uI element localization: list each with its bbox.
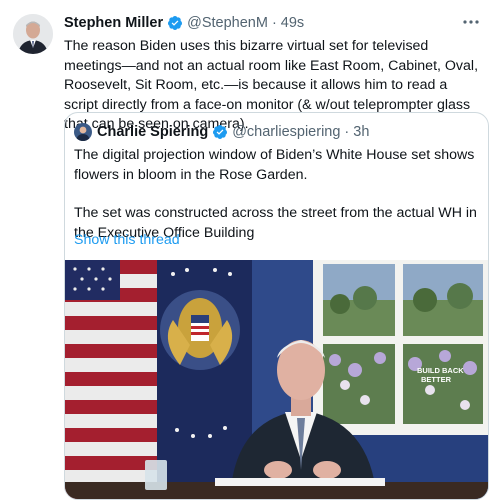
- author-handle[interactable]: @StephenM: [187, 15, 268, 31]
- quote-timestamp[interactable]: 3h: [353, 124, 369, 140]
- quoted-tweet[interactable]: Charlie Spiering @charliespiering · 3h T…: [64, 112, 489, 500]
- quote-paragraph: The digital projection window of Biden’s…: [74, 147, 475, 183]
- biden-virtual-set-image: BUILD BACK BETTER: [65, 260, 488, 499]
- quote-author-name[interactable]: Charlie Spiering: [97, 124, 208, 140]
- quote-author-handle[interactable]: @charliespiering: [232, 124, 340, 140]
- tweet[interactable]: Stephen Miller @StephenM · 49s The reaso…: [0, 0, 494, 500]
- verified-badge-icon: [167, 15, 183, 31]
- show-thread-link[interactable]: Show this thread: [74, 232, 180, 248]
- tweet-timestamp[interactable]: 49s: [281, 15, 304, 31]
- svg-text:BUILD BACK: BUILD BACK: [417, 366, 464, 375]
- quote-media-photo[interactable]: BUILD BACK BETTER: [65, 260, 488, 499]
- author-avatar[interactable]: [13, 14, 53, 54]
- svg-text:BETTER: BETTER: [421, 375, 452, 384]
- quote-text: The digital projection window of Biden’s…: [74, 146, 479, 243]
- quote-header: Charlie Spiering @charliespiering · 3h: [74, 123, 369, 141]
- separator-dot: ·: [344, 124, 350, 140]
- tweet-header: Stephen Miller @StephenM · 49s: [64, 14, 304, 32]
- quote-author-avatar[interactable]: [74, 123, 92, 141]
- separator-dot: ·: [271, 15, 277, 31]
- verified-badge-icon: [212, 124, 228, 140]
- author-name[interactable]: Stephen Miller: [64, 15, 163, 31]
- more-horizontal-icon[interactable]: [461, 12, 481, 32]
